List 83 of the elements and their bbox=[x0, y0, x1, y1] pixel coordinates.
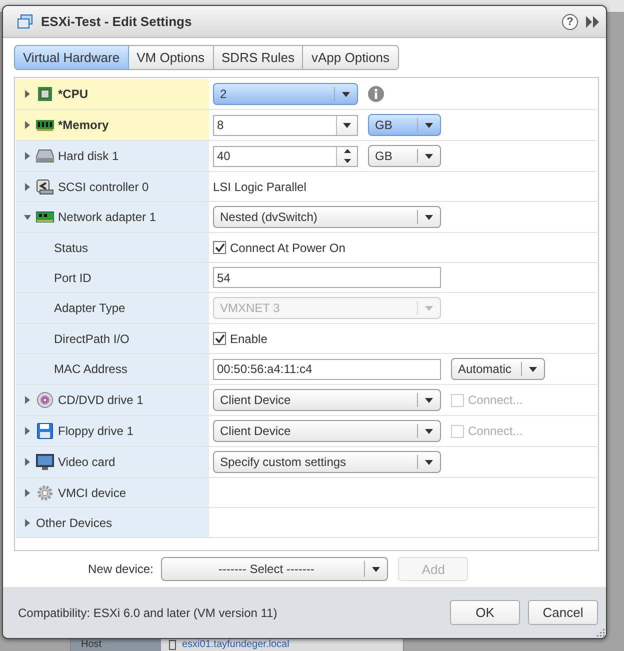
dropdown[interactable]: GB bbox=[368, 114, 441, 136]
property-label: Host bbox=[71, 638, 161, 651]
dropdown[interactable]: Nested (dvSwitch) bbox=[213, 206, 441, 228]
monitor-icon bbox=[36, 454, 54, 470]
collapse-arrow-icon[interactable] bbox=[24, 214, 30, 220]
compatibility-text: Compatibility: ESXi 6.0 and later (VM version 11) bbox=[18, 606, 278, 620]
input-field[interactable]: 00:50:56:a4:11:c4 bbox=[213, 358, 441, 380]
caret-icon bbox=[425, 306, 433, 310]
resize-grip-icon[interactable] bbox=[597, 629, 605, 637]
caret-icon bbox=[425, 154, 433, 158]
gear-icon bbox=[37, 484, 53, 500]
device-name: Floppy drive 1 bbox=[58, 424, 134, 438]
device-name: Status bbox=[54, 240, 88, 254]
device-name: SCSI controller 0 bbox=[58, 180, 149, 194]
caret-icon bbox=[529, 366, 537, 372]
expand-arrow-icon[interactable] bbox=[24, 182, 30, 190]
host-link[interactable]: esxi01.tayfundeger.local bbox=[182, 638, 290, 651]
checkmark-icon bbox=[214, 334, 224, 343]
dropdown[interactable]: GB bbox=[368, 145, 441, 167]
device-name: Port ID bbox=[54, 270, 92, 284]
caret-icon bbox=[342, 92, 350, 96]
checkmark-icon bbox=[214, 243, 224, 252]
checkbox-label: Enable bbox=[230, 332, 268, 346]
device-name: Hard disk 1 bbox=[58, 149, 119, 163]
device-name: *Memory bbox=[58, 118, 109, 132]
chip-icon bbox=[37, 86, 53, 102]
expand-arrow-icon[interactable] bbox=[24, 152, 30, 160]
help-button[interactable]: ? bbox=[562, 14, 578, 30]
checkbox-label: Connect... bbox=[468, 424, 523, 438]
checkbox-label: Connect At Power On bbox=[230, 240, 346, 254]
caret-icon bbox=[425, 398, 433, 402]
checkbox[interactable] bbox=[213, 241, 226, 254]
expand-arrow-icon[interactable] bbox=[24, 121, 30, 129]
down-arrow-icon[interactable] bbox=[344, 158, 350, 163]
device-name: Network adapter 1 bbox=[58, 210, 156, 224]
expand-arrow-icon[interactable] bbox=[24, 458, 30, 466]
cancel-button[interactable]: Cancel bbox=[528, 600, 598, 625]
expand-arrow-icon[interactable] bbox=[24, 427, 30, 435]
dropdown[interactable]: Client Device bbox=[213, 420, 441, 442]
field-label: New device: bbox=[88, 562, 154, 576]
dropdown[interactable]: Specify custom settings bbox=[213, 451, 441, 473]
device-name: Adapter Type bbox=[54, 301, 126, 315]
caret-icon bbox=[425, 122, 433, 128]
dropdown[interactable]: Automatic bbox=[451, 358, 545, 380]
network-card-icon bbox=[36, 211, 54, 223]
caret-icon bbox=[425, 428, 433, 434]
up-arrow-icon[interactable] bbox=[344, 149, 350, 154]
info-icon[interactable] bbox=[368, 86, 384, 102]
device-name: Other Devices bbox=[36, 516, 112, 530]
device-name: VMCI device bbox=[58, 486, 126, 500]
input-field[interactable]: 54 bbox=[213, 267, 441, 288]
spinner-field[interactable]: 40 bbox=[213, 146, 358, 166]
collapse-icon[interactable] bbox=[586, 16, 600, 28]
checkbox[interactable] bbox=[213, 332, 226, 345]
device-dropdown[interactable]: ------- Select ------- bbox=[161, 557, 388, 581]
value-text: LSI Logic Parallel bbox=[213, 180, 306, 194]
device-name: *CPU bbox=[58, 87, 88, 101]
dropdown[interactable]: Client Device bbox=[213, 389, 441, 411]
caret-icon bbox=[425, 214, 433, 220]
ok-button[interactable]: OK bbox=[450, 600, 520, 625]
combo-field[interactable]: 8 bbox=[213, 114, 358, 136]
checkbox-label: Connect... bbox=[468, 393, 523, 407]
device-name: DirectPath I/O bbox=[54, 332, 130, 346]
expand-arrow-icon[interactable] bbox=[24, 396, 30, 404]
expand-arrow-icon[interactable] bbox=[24, 90, 30, 98]
window-title: ESXi-Test - Edit Settings bbox=[41, 14, 193, 29]
device-name: CD/DVD drive 1 bbox=[58, 393, 144, 407]
device-name: MAC Address bbox=[54, 362, 128, 376]
tab[interactable]: SDRS Rules bbox=[214, 45, 304, 70]
caret-icon bbox=[343, 122, 351, 128]
expand-arrow-icon[interactable] bbox=[24, 488, 30, 496]
device-name: Video card bbox=[58, 455, 116, 469]
controller-icon bbox=[36, 178, 54, 194]
tab[interactable]: Virtual Hardware bbox=[14, 45, 129, 70]
expand-arrow-icon[interactable] bbox=[24, 518, 30, 526]
tab[interactable]: vApp Options bbox=[303, 45, 399, 70]
disc-icon bbox=[37, 392, 53, 408]
tab[interactable]: VM Options bbox=[128, 45, 214, 70]
memory-icon bbox=[36, 119, 54, 131]
vm-icon bbox=[17, 14, 33, 30]
caret-icon bbox=[425, 460, 433, 464]
caret-icon bbox=[372, 566, 380, 572]
dropdown[interactable]: 2 bbox=[213, 83, 358, 105]
